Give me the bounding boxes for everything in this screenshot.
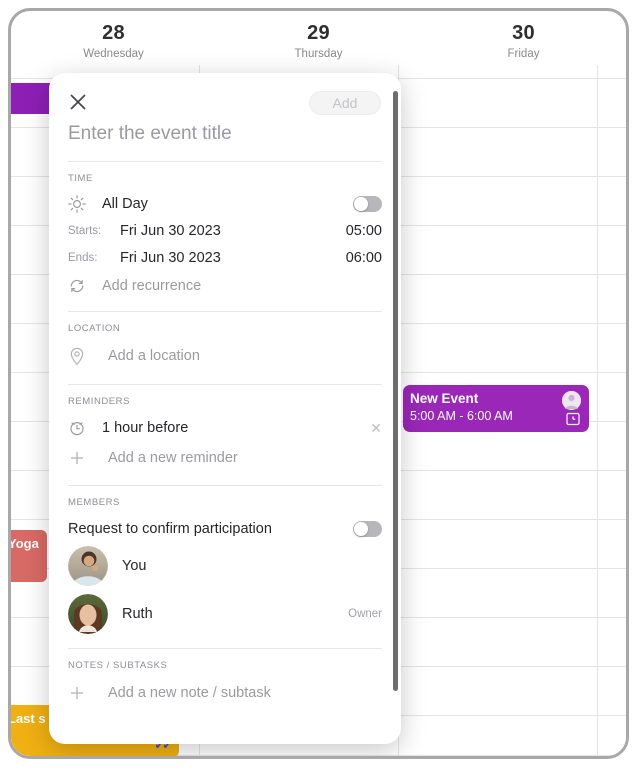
add-reminder-label: Add a new reminder [108,450,382,466]
starts-row[interactable]: Starts: Fri Jun 30 2023 05:00 [49,217,401,244]
section-label-reminders: REMINDERS [49,385,401,413]
alarm-clock-icon [68,419,102,437]
app-root: 28 Wednesday 29 Thursday 30 Friday [0,0,637,775]
starts-date[interactable]: Fri Jun 30 2023 [120,223,346,239]
request-confirm-toggle[interactable] [353,521,382,537]
day-number: 30 [421,21,626,45]
ends-row[interactable]: Ends: Fri Jun 30 2023 06:00 [49,244,401,271]
plus-icon [68,449,108,467]
event-title: New Event [410,390,581,408]
member-name: You [122,558,382,574]
section-label-notes: NOTES / SUBTASKS [49,649,401,677]
reminder-label: 1 hour before [102,420,370,436]
reminder-row[interactable]: 1 hour before ✕ [49,413,401,443]
day-weekday: Thursday [216,46,421,62]
event-title-input[interactable]: Enter the event title [49,119,401,153]
starts-time[interactable]: 05:00 [346,223,382,239]
calendar-day-headers: 28 Wednesday 29 Thursday 30 Friday [11,11,626,65]
event-time-range: 5:00 AM - 6:00 AM [410,408,581,425]
add-reminder-row[interactable]: Add a new reminder [49,443,401,473]
day-column-header-29[interactable]: 29 Thursday [216,11,421,65]
close-icon[interactable] [68,92,88,112]
request-confirm-label: Request to confirm participation [68,521,353,537]
starts-label: Starts: [68,225,120,237]
location-row[interactable]: Add a location [49,340,401,372]
calendar-event-yoga[interactable]: Yoga [8,530,47,582]
all-day-row[interactable]: All Day [49,190,401,217]
grid-column-divider [597,65,598,756]
modal-toolbar: Add [49,73,401,119]
toggle-knob [354,197,368,211]
modal-scrollbar[interactable] [393,91,398,691]
member-role: Owner [348,608,382,620]
event-editor-content: Add Enter the event title TIME [49,73,401,744]
day-number: 29 [216,21,421,45]
plus-icon [68,684,108,702]
day-number: 28 [11,21,216,45]
alarm-clock-icon [566,412,580,426]
add-note-row[interactable]: Add a new note / subtask [49,677,401,709]
map-pin-icon [68,347,108,366]
day-column-header-30[interactable]: 30 Friday [421,11,626,65]
section-label-time: TIME [49,162,401,190]
ends-date[interactable]: Fri Jun 30 2023 [120,250,346,266]
add-recurrence-label: Add recurrence [102,278,382,294]
all-day-toggle[interactable] [353,196,382,212]
remove-reminder-icon[interactable]: ✕ [370,421,382,435]
avatar [68,594,108,634]
ends-label: Ends: [68,252,120,264]
sun-icon [68,195,102,213]
section-label-members: MEMBERS [49,486,401,514]
all-day-label: All Day [102,196,353,212]
repeat-icon [68,277,102,295]
event-title: Yoga [8,530,47,551]
event-editor-modal: Add Enter the event title TIME [49,73,401,744]
member-name: Ruth [122,606,348,622]
day-weekday: Friday [421,46,626,62]
add-button[interactable]: Add [309,91,381,115]
member-row-ruth[interactable]: Ruth Owner [49,590,401,638]
avatar [68,546,108,586]
calendar-window: 28 Wednesday 29 Thursday 30 Friday [8,8,629,759]
person-avatar-icon [562,391,581,410]
calendar-event-new-event[interactable]: New Event 5:00 AM - 6:00 AM [403,385,589,432]
add-note-label: Add a new note / subtask [108,685,382,701]
day-column-header-28[interactable]: 28 Wednesday [11,11,216,65]
toggle-knob [354,522,368,536]
section-label-location: LOCATION [49,312,401,340]
member-row-you[interactable]: You [49,542,401,590]
ends-time[interactable]: 06:00 [346,250,382,266]
location-input[interactable]: Add a location [108,348,382,364]
add-recurrence-row[interactable]: Add recurrence [49,271,401,301]
day-weekday: Wednesday [11,46,216,62]
request-confirm-row[interactable]: Request to confirm participation [49,514,401,542]
